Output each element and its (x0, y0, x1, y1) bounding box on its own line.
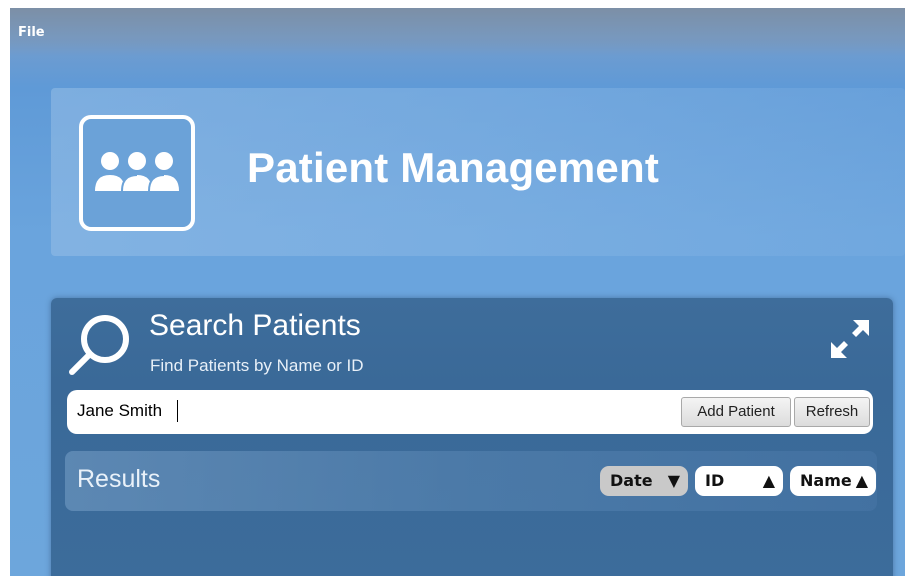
sort-up-icon: ▲ (855, 471, 868, 490)
app-logo (79, 115, 195, 231)
add-patient-button[interactable]: Add Patient (681, 397, 791, 427)
refresh-button[interactable]: Refresh (794, 397, 870, 427)
text-caret (177, 400, 178, 422)
expand-arrows-icon[interactable] (829, 318, 871, 360)
magnifier-icon (69, 315, 129, 375)
sort-label-date: Date (610, 471, 653, 490)
sort-up-icon: ▲ (762, 471, 775, 490)
sort-by-name-button[interactable]: Name ▲ (790, 466, 876, 496)
sort-label-id: ID (705, 471, 725, 490)
page-title: Patient Management (247, 144, 660, 191)
sort-by-id-button[interactable]: ID ▲ (695, 466, 783, 496)
results-label: Results (77, 465, 161, 493)
sort-by-date-button[interactable]: Date ▼ (600, 466, 688, 496)
menu-bar: File (10, 8, 905, 56)
menu-file[interactable]: File (18, 25, 45, 40)
search-bar: Add Patient Refresh (67, 390, 873, 434)
app-window: File Patient Management Search Patients … (10, 8, 905, 576)
sort-label-name: Name (800, 471, 852, 490)
search-panel-title: Search Patients (149, 309, 361, 342)
search-panel-subtitle: Find Patients by Name or ID (150, 356, 364, 375)
search-panel: Search Patients Find Patients by Name or… (51, 298, 893, 576)
people-group-icon (95, 152, 179, 192)
results-header: Results Date ▼ ID ▲ Name ▲ (65, 451, 877, 511)
header-card: Patient Management (51, 88, 905, 256)
search-input[interactable] (77, 396, 657, 426)
sort-down-icon: ▼ (667, 471, 680, 490)
